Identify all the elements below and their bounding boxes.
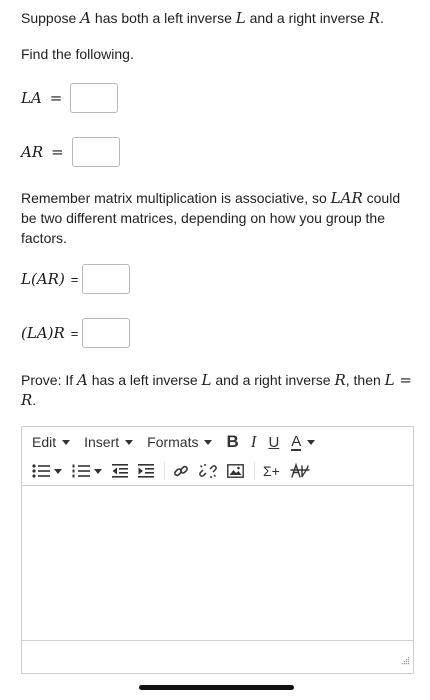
math-A: A [80, 9, 92, 27]
bullet-list-icon [32, 464, 50, 478]
menu-edit-label: Edit [32, 434, 57, 450]
italic-button[interactable]: I [251, 432, 257, 452]
intro-text: Suppose A has both a left inverse L and … [21, 8, 384, 28]
prove-text-part: has a left inverse [87, 372, 202, 388]
note-text-part: Remember matrix multiplication is associ… [21, 190, 331, 206]
menu-formats-label: Formats [147, 434, 199, 450]
chevron-down-icon [94, 468, 102, 474]
intro-text-part: and a right inverse [245, 10, 369, 26]
question-page: Suppose A has both a left inverse L and … [0, 0, 430, 700]
math-LAR: LAR [330, 189, 363, 207]
equals-sign: = [394, 371, 412, 389]
prove-text-part: Prove: If [21, 372, 78, 388]
equals-sign: = [70, 271, 79, 287]
prove-prompt: Prove: If A has a left inverse L and a r… [21, 370, 416, 410]
editor-menubar: Edit Insert Formats B I U A [22, 427, 413, 457]
question-la-r: (LA)R = [21, 318, 131, 348]
intro-text-part: Suppose [21, 10, 81, 26]
unlink-icon [199, 464, 217, 478]
question-la: LA = [21, 83, 119, 113]
bold-button[interactable]: B [226, 432, 238, 452]
handwriting-icon [290, 462, 310, 478]
answer-box-la[interactable] [70, 83, 119, 113]
indent-icon [138, 464, 154, 478]
question-la-r-lhs: (LA)R [21, 324, 65, 342]
menu-formats[interactable]: Formats [147, 434, 213, 450]
math-R: R [334, 371, 346, 389]
equals-sign: = [49, 89, 63, 107]
chevron-down-icon [204, 439, 213, 445]
editor-content-area[interactable] [22, 486, 413, 641]
find-label: Find the following. [21, 46, 134, 62]
insert-image-button[interactable] [227, 461, 244, 481]
outdent-icon [112, 464, 128, 478]
toolbar-divider [164, 462, 165, 480]
menu-insert[interactable]: Insert [84, 434, 134, 450]
numbered-list-button[interactable] [72, 461, 102, 481]
question-ar: AR = [21, 137, 120, 167]
prove-text-part: and a right inverse [211, 372, 335, 388]
numbered-list-icon [72, 464, 90, 478]
intro-text-part: . [380, 10, 384, 26]
equals-sign: = [51, 143, 64, 161]
indent-button[interactable] [138, 461, 154, 481]
menu-insert-label: Insert [84, 434, 120, 450]
bullet-list-button[interactable] [32, 461, 62, 481]
intro-text-part: has both a left inverse [91, 10, 236, 26]
chevron-down-icon [307, 439, 316, 445]
equals-sign: = [70, 325, 79, 341]
prove-text-part: , then [345, 372, 385, 388]
editor-statusbar [22, 641, 413, 673]
prove-text-part: . [32, 392, 37, 408]
math-L: L [201, 371, 212, 389]
toolbar-divider [254, 462, 255, 480]
math-A: A [77, 371, 88, 389]
chevron-down-icon [62, 439, 71, 445]
link-icon [174, 465, 188, 477]
chevron-down-icon [54, 468, 62, 474]
sigma-icon: Σ+ [263, 463, 280, 479]
answer-box-ar[interactable] [71, 137, 120, 167]
editor-toolbar: Σ+ [22, 457, 413, 486]
home-indicator[interactable] [139, 685, 294, 690]
remove-link-button[interactable] [199, 461, 217, 481]
insert-equation-button[interactable]: Σ+ [263, 461, 280, 481]
question-la-lhs: LA [21, 89, 42, 107]
chevron-down-icon [125, 439, 134, 445]
handwriting-button[interactable] [290, 461, 310, 481]
question-l-ar: L(AR) = [21, 264, 131, 294]
menu-edit[interactable]: Edit [32, 434, 71, 450]
text-color-button[interactable]: A [291, 432, 316, 451]
resize-handle-icon[interactable] [400, 652, 410, 670]
text-color-icon: A [291, 432, 302, 451]
math-R: R [368, 9, 381, 27]
associativity-note: Remember matrix multiplication is associ… [21, 188, 406, 248]
underline-button[interactable]: U [268, 434, 279, 451]
proof-editor: Edit Insert Formats B I U A Σ+ [21, 426, 414, 674]
question-l-ar-lhs: L(AR) [21, 270, 65, 288]
answer-box-la-r[interactable] [82, 318, 131, 348]
math-L: L [384, 371, 395, 389]
math-R: R [21, 391, 33, 409]
math-L: L [235, 9, 246, 27]
outdent-button[interactable] [112, 461, 128, 481]
image-icon [227, 464, 244, 478]
answer-box-l-ar[interactable] [82, 264, 131, 294]
insert-link-button[interactable] [173, 461, 189, 481]
question-ar-lhs: AR [21, 143, 44, 161]
